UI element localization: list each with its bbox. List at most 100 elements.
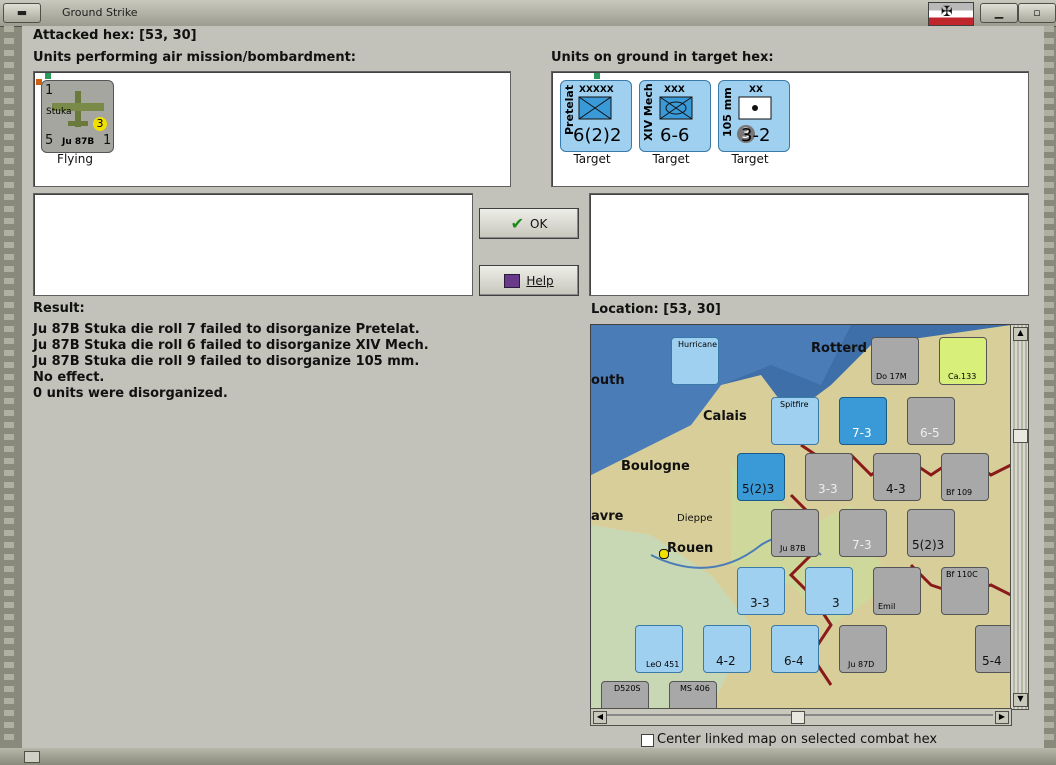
map-place-label: Boulogne — [621, 459, 690, 474]
center-map-checkbox-label: Center linked map on selected combat hex — [657, 732, 938, 747]
result-heading: Result: — [33, 301, 85, 316]
unit-strength: 6-6 — [660, 125, 690, 146]
map-air-counter[interactable]: Bf 110C — [941, 567, 989, 615]
map-ground-counter[interactable]: 5-4 — [975, 625, 1011, 673]
armor-infantry-icon — [578, 96, 612, 120]
tactical-map[interactable]: Rotterd outh Calais Boulogne avre Dieppe… — [590, 324, 1012, 710]
map-counter-strength: 3-3 — [818, 482, 838, 496]
map-place-label: avre — [591, 509, 624, 524]
map-air-counter[interactable]: MS 406 — [669, 681, 717, 709]
ground-unit-counter[interactable]: 105 mm XX 3 3-2 — [718, 80, 790, 152]
ground-unit-status: Target — [731, 152, 769, 166]
map-counter-strength: 3-3 — [750, 596, 770, 610]
vertical-scroll-thumb[interactable] — [1013, 429, 1028, 443]
result-text: Ju 87B Stuka die roll 7 failed to disorg… — [33, 322, 573, 402]
ground-units-heading: Units on ground in target hex: — [551, 50, 774, 65]
status-marker — [594, 73, 600, 79]
map-counter-strength: 5(2)3 — [912, 538, 945, 552]
map-counter-type: MS 406 — [680, 684, 710, 693]
attacker-details-box — [33, 193, 473, 296]
map-counter-strength: 4-3 — [886, 482, 906, 496]
map-air-counter[interactable]: Spitfire — [771, 397, 819, 445]
center-map-checkbox[interactable] — [641, 734, 654, 747]
map-ground-counter[interactable]: 7-3 — [839, 397, 887, 445]
map-counter-type: Bf 109 — [946, 488, 973, 497]
map-air-counter[interactable]: Ca.133 — [939, 337, 987, 385]
map-counter-strength: 5(2)3 — [742, 482, 775, 496]
map-place-label: Rouen — [667, 541, 714, 556]
unit-name: 105 mm — [721, 87, 734, 137]
ground-unit-status: Target — [652, 152, 690, 166]
unit-right-value: 1 — [103, 133, 112, 148]
minimize-button[interactable]: ▁ — [980, 3, 1018, 23]
map-ground-counter[interactable]: 4-2 — [703, 625, 751, 673]
ground-unit-status: Target — [573, 152, 611, 166]
nation-flag: ✠ — [928, 2, 974, 26]
map-counter-strength: 5-4 — [982, 654, 1002, 668]
scroll-up-icon[interactable]: ▲ — [1013, 327, 1028, 341]
window-title: Ground Strike — [62, 6, 138, 19]
artillery-icon — [738, 96, 772, 120]
map-place-label: Dieppe — [677, 513, 713, 524]
air-units-heading: Units performing air mission/bombardment… — [33, 50, 357, 65]
unit-name: Stuka — [46, 107, 72, 117]
scroll-down-icon[interactable]: ▼ — [1013, 693, 1028, 707]
map-air-counter[interactable]: LeO 451 — [635, 625, 683, 673]
title-bar: ▬ Ground Strike ✠ ▁ ▫ — [0, 0, 1056, 27]
left-border — [4, 26, 14, 746]
map-horizontal-scrollbar[interactable]: ◀ ▶ — [590, 708, 1012, 726]
map-air-counter[interactable]: Bf 109 — [941, 453, 989, 501]
map-air-counter[interactable]: Ju 87D — [839, 625, 887, 673]
window-bottom-border — [0, 748, 1056, 765]
map-vertical-scrollbar[interactable]: ▲ ▼ — [1010, 324, 1029, 710]
map-ground-counter[interactable]: 4-3 — [873, 453, 921, 501]
system-menu-button[interactable]: ▬ — [3, 3, 41, 23]
map-counter-strength: 6-4 — [784, 654, 804, 668]
map-ground-counter[interactable]: 3-3 — [805, 453, 853, 501]
scroll-left-icon[interactable]: ◀ — [593, 711, 607, 724]
map-counter-strength: 3 — [832, 596, 840, 610]
map-air-counter[interactable]: D520S — [601, 681, 649, 709]
unit-strength: 6(2)2 — [573, 125, 622, 146]
map-counter-type: Bf 110C — [946, 570, 978, 579]
result-line: No effect. — [33, 370, 105, 385]
unit-size: XX — [749, 85, 763, 95]
map-counter-type: Ju 87B — [780, 544, 806, 553]
map-place-label: Calais — [703, 409, 747, 424]
unit-size: XXXXX — [579, 85, 614, 95]
map-counter-type: Emil — [878, 602, 896, 611]
scroll-right-icon[interactable]: ▶ — [995, 711, 1009, 724]
map-ground-counter[interactable]: 5(2)3 — [737, 453, 785, 501]
result-line: Ju 87B Stuka die roll 6 failed to disorg… — [33, 338, 429, 353]
map-counter-type: LeO 451 — [646, 660, 680, 669]
map-counter-strength: 4-2 — [716, 654, 736, 668]
help-button-label: Help — [526, 273, 554, 288]
map-place-label: outh — [591, 373, 625, 388]
ground-unit-counter[interactable]: XIV Mech XXX 6-6 — [639, 80, 711, 152]
map-ground-counter[interactable]: 6-4 — [771, 625, 819, 673]
attacked-hex-label: Attacked hex: [53, 30] — [33, 28, 197, 43]
map-counter-type: Ju 87D — [848, 660, 875, 669]
map-ground-counter[interactable]: 6-5 — [907, 397, 955, 445]
air-unit-counter[interactable]: 1 Stuka 3 5 Ju 87B 1 — [36, 73, 114, 153]
city-marker-icon — [659, 549, 669, 559]
map-air-counter[interactable]: Emil — [873, 567, 921, 615]
resize-grip-icon[interactable] — [24, 751, 40, 763]
map-ground-counter[interactable]: 7-3 — [839, 509, 887, 557]
close-icon: ▫ — [1033, 6, 1041, 19]
help-button[interactable]: Help — [479, 265, 579, 296]
map-air-counter[interactable]: Hurricane — [671, 337, 719, 385]
map-ground-counter[interactable]: 3 — [805, 567, 853, 615]
map-air-counter[interactable]: Do 17M — [871, 337, 919, 385]
status-marker — [45, 73, 51, 79]
map-air-counter[interactable]: Ju 87B — [771, 509, 819, 557]
location-label: Location: [53, 30] — [591, 302, 721, 317]
map-counter-type: Ca.133 — [948, 372, 977, 381]
ground-unit-counter[interactable]: Pretelat XXXXX 6(2)2 — [560, 80, 632, 152]
close-button[interactable]: ▫ — [1018, 3, 1056, 23]
map-ground-counter[interactable]: 5(2)3 — [907, 509, 955, 557]
horizontal-scroll-thumb[interactable] — [791, 711, 805, 724]
ok-button[interactable]: ✔ OK — [479, 208, 579, 239]
result-line: 0 units were disorganized. — [33, 386, 228, 401]
map-ground-counter[interactable]: 3-3 — [737, 567, 785, 615]
